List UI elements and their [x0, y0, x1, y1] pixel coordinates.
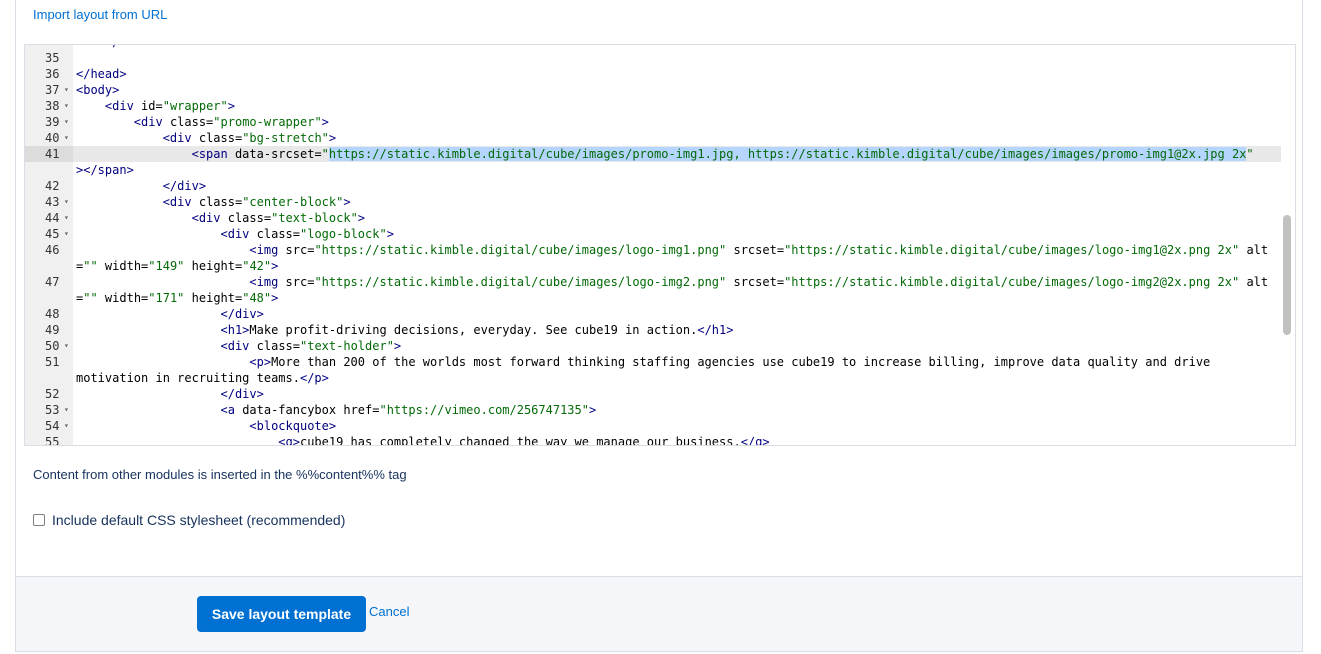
editor-scrollbar[interactable] [1283, 215, 1291, 335]
line-number [25, 290, 73, 306]
code-text: <a data-fancybox href="https://vimeo.com… [220, 403, 597, 417]
cancel-link[interactable]: Cancel [369, 604, 409, 619]
code-text: <img src="https://static.kimble.digital/… [249, 275, 1269, 289]
fold-toggle-icon[interactable]: ▾ [64, 402, 69, 418]
code-text: <p>More than 200 of the worlds most forw… [249, 355, 1211, 369]
code-line[interactable]: 45 ▾ <div class="logo-block"> [25, 226, 1281, 242]
code-line[interactable]: ="" width="171" height="48"> [25, 290, 1281, 306]
fold-toggle-icon[interactable]: ▾ [64, 194, 69, 210]
code-text: <img src="https://static.kimble.digital/… [249, 243, 1269, 257]
line-number: 41 [25, 146, 73, 162]
code-editor[interactable]: </3536</head>37▾<body>38▾ <div id="wrapp… [24, 44, 1296, 446]
import-layout-link[interactable]: Import layout from URL [33, 7, 167, 22]
line-number [25, 370, 73, 386]
default-css-checkbox[interactable] [33, 514, 45, 526]
fold-toggle-icon[interactable]: ▾ [64, 338, 69, 354]
code-line[interactable]: 50 ▾ <div class="text-holder"> [25, 338, 1281, 354]
code-line[interactable]: ="" width="149" height="42"> [25, 258, 1281, 274]
code-text: ="" width="171" height="48"> [76, 291, 279, 305]
code-line[interactable]: 51 <p>More than 200 of the worlds most f… [25, 354, 1281, 370]
code-line[interactable]: 54 ▾ <blockquote> [25, 418, 1281, 434]
content-info-text: Content from other modules is inserted i… [33, 467, 407, 482]
code-line[interactable]: 35 [25, 50, 1281, 66]
code-line[interactable]: 49 <h1>Make profit-driving decisions, ev… [25, 322, 1281, 338]
code-line[interactable]: 36 </head> [25, 66, 1281, 82]
code-text: ></span> [76, 163, 134, 177]
code-line[interactable]: 43 ▾ <div class="center-block"> [25, 194, 1281, 210]
code-line[interactable]: 53 ▾ <a data-fancybox href="https://vimeo… [25, 402, 1281, 418]
line-number: 42 [45, 179, 60, 193]
line-number: 55 [45, 435, 60, 446]
code-line[interactable]: ></span> [25, 162, 1281, 178]
line-number [25, 162, 73, 178]
code-text: <div class="text-block"> [191, 211, 366, 225]
code-text: <div class="bg-stretch"> [162, 131, 337, 145]
code-area[interactable]: </3536</head>37▾<body>38▾ <div id="wrapp… [25, 45, 1281, 446]
line-number: 51 [45, 355, 60, 369]
code-line[interactable]: 44 ▾ <div class="text-block"> [25, 210, 1281, 226]
code-line[interactable]: motivation in recruiting teams.</p> [25, 370, 1281, 386]
fold-toggle-icon[interactable]: ▾ [64, 130, 69, 146]
code-text: <span data-srcset="https://static.kimble… [191, 147, 1254, 161]
code-text: <div class="center-block"> [162, 195, 351, 209]
code-text: </head> [76, 67, 127, 81]
fold-toggle-icon[interactable]: ▾ [64, 114, 69, 130]
code-line[interactable]: 38 ▾ <div id="wrapper"> [25, 98, 1281, 114]
code-text: <h1>Make profit-driving decisions, every… [220, 323, 734, 337]
code-text: <div class="promo-wrapper"> [133, 115, 329, 129]
code-line[interactable]: 47 <img src="https://static.kimble.digit… [25, 274, 1281, 290]
code-text: <body> [76, 83, 120, 97]
line-number: 47 [45, 275, 60, 289]
code-line[interactable]: 37 ▾ <body> [25, 82, 1281, 98]
code-text: motivation in recruiting teams.</p> [76, 371, 329, 385]
code-text: </div> [162, 179, 207, 193]
code-text: <div class="text-holder"> [220, 339, 402, 353]
save-layout-button[interactable]: Save layout template [197, 596, 366, 632]
code-line[interactable]: 40 ▾ <div class="bg-stretch"> [25, 130, 1281, 146]
code-text: </div> [220, 307, 264, 321]
default-css-option: Include default CSS stylesheet (recommen… [33, 512, 345, 528]
line-number: 35 [45, 51, 60, 65]
line-number: 48 [45, 307, 60, 321]
code-line[interactable]: 52 </div> [25, 386, 1281, 402]
code-line[interactable]: 39 ▾ <div class="promo-wrapper"> [25, 114, 1281, 130]
code-line[interactable]: 41 <span data-srcset="https://static.kim… [25, 146, 1281, 162]
fold-toggle-icon[interactable]: ▾ [64, 418, 69, 434]
code-line[interactable]: 48 </div> [25, 306, 1281, 322]
code-line[interactable]: 42 </div> [25, 178, 1281, 194]
code-text: <div class="logo-block"> [220, 227, 394, 241]
fold-toggle-icon[interactable]: ▾ [64, 82, 69, 98]
line-number: 46 [45, 243, 60, 257]
fold-toggle-icon[interactable]: ▾ [64, 98, 69, 114]
code-text: <q>cube19 has completely changed the way… [278, 435, 770, 446]
fold-toggle-icon[interactable]: ▾ [64, 210, 69, 226]
line-number: 36 [45, 67, 60, 81]
code-text: ="" width="149" height="42"> [76, 259, 279, 273]
line-number: 49 [45, 323, 60, 337]
default-css-label: Include default CSS stylesheet (recommen… [52, 512, 346, 528]
code-line[interactable]: 46 <img src="https://static.kimble.digit… [25, 242, 1281, 258]
code-text: <blockquote> [249, 419, 337, 433]
code-text: </div> [220, 387, 264, 401]
line-number: 52 [45, 387, 60, 401]
code-text: <div id="wrapper"> [104, 99, 235, 113]
fold-toggle-icon[interactable]: ▾ [64, 226, 69, 242]
code-line[interactable]: 55 <q>cube19 has completely changed the … [25, 434, 1281, 446]
form-footer: Save layout template Cancel [15, 576, 1303, 652]
line-number [25, 258, 73, 274]
